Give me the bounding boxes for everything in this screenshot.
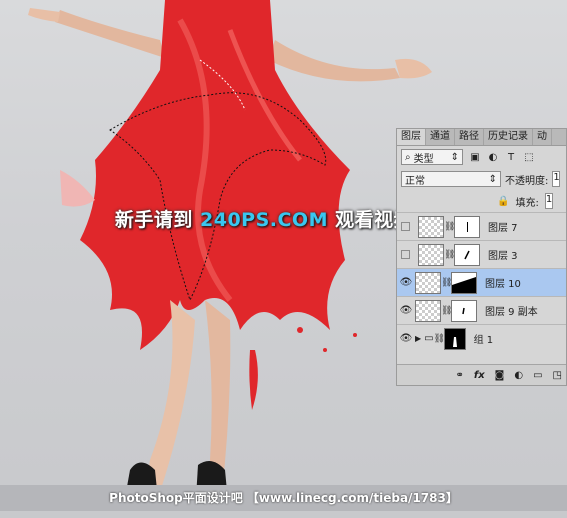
layer-filter-select[interactable]: ⌕ 类型 ⇕ <box>401 149 463 165</box>
fx-icon[interactable]: fx <box>474 370 485 381</box>
tab-actions[interactable]: 动 <box>533 129 552 145</box>
folder-icon[interactable]: ▭ <box>533 370 542 381</box>
layer-name[interactable]: 图层 9 副本 <box>485 303 538 318</box>
eye-icon[interactable]: 👁 <box>397 305 415 316</box>
expand-arrow-icon[interactable]: ▶ <box>415 334 421 343</box>
layer-mask-thumbnail[interactable] <box>454 243 480 266</box>
visibility-toggle[interactable] <box>401 222 410 231</box>
blend-mode-select[interactable]: 正常 ⇕ <box>401 171 501 187</box>
panel-footer: ⚭ fx ◙ ◐ ▭ ◳ <box>397 364 566 385</box>
opacity-label: 不透明度: <box>505 175 549 187</box>
layer-name[interactable]: 图层 10 <box>485 275 521 290</box>
layer-row[interactable]: ⛓ 图层 3 <box>397 240 566 268</box>
mask-shape <box>464 250 470 259</box>
layer-mask-thumbnail[interactable] <box>451 299 477 322</box>
eye-icon[interactable]: 👁 <box>397 277 415 288</box>
search-icon: ⌕ <box>405 151 411 163</box>
layer-row[interactable]: ⛓ 图层 7 <box>397 212 566 240</box>
chain-link-icon[interactable]: ⛓ <box>444 222 455 232</box>
eye-icon[interactable]: 👁 <box>397 333 415 344</box>
updown-icon: ⇕ <box>488 173 497 185</box>
image-filter-icon[interactable]: ▣ <box>469 151 481 163</box>
fill-input[interactable]: 1 <box>544 193 553 209</box>
layer-name[interactable]: 图层 7 <box>488 219 518 234</box>
photo-canvas[interactable]: 新手请到 240PS.COM 观看视频教程 图层 通道 路径 历史记录 动 ⌕ … <box>0 0 567 518</box>
layer-thumbnail <box>415 299 441 322</box>
chain-link-icon[interactable]: ⛓ <box>444 250 455 260</box>
updown-icon: ⇕ <box>450 151 459 163</box>
layer-row[interactable]: 👁 ▶ ▭ ⛓ 组 1 <box>397 324 566 352</box>
layers-panel: 图层 通道 路径 历史记录 动 ⌕ 类型 ⇕ ▣ ◐ T ⬚ 正常 ⇕ 不透明度… <box>396 128 567 386</box>
adjustment-icon[interactable]: ◐ <box>514 370 523 381</box>
filter-row: ⌕ 类型 ⇕ ▣ ◐ T ⬚ <box>397 146 566 168</box>
mask-shape <box>462 307 465 314</box>
layer-mask-thumbnail[interactable] <box>451 271 477 294</box>
panel-tabs: 图层 通道 路径 历史记录 动 <box>397 129 566 146</box>
link-icon[interactable]: ⚭ <box>455 370 463 381</box>
tab-paths[interactable]: 路径 <box>455 129 484 145</box>
tab-channels[interactable]: 通道 <box>426 129 455 145</box>
folder-icon: ▭ <box>424 333 434 344</box>
filter-label: 类型 <box>413 153 434 165</box>
chain-link-icon[interactable]: ⛓ <box>441 278 452 288</box>
chain-link-icon[interactable]: ⛓ <box>441 306 452 316</box>
chain-link-icon[interactable]: ⛓ <box>434 334 445 344</box>
new-layer-icon[interactable]: ◳ <box>553 370 562 381</box>
blend-mode-value: 正常 <box>405 175 425 187</box>
layer-name[interactable]: 图层 3 <box>488 247 518 262</box>
lock-row: 🔒 填充: 1 <box>397 190 566 212</box>
tab-history[interactable]: 历史记录 <box>484 129 533 145</box>
tab-layers[interactable]: 图层 <box>397 129 426 145</box>
layer-mask-thumbnail[interactable] <box>443 327 466 350</box>
blend-row: 正常 ⇕ 不透明度: 1 <box>397 168 566 190</box>
type-filter-icon[interactable]: T <box>505 151 517 163</box>
shape-filter-icon[interactable]: ⬚ <box>523 151 535 163</box>
fill-label: 填充: <box>515 197 539 209</box>
layer-row[interactable]: 👁 ⛓ 图层 10 <box>397 268 566 296</box>
opacity-input[interactable]: 1 <box>552 171 561 187</box>
layer-thumbnail <box>418 215 444 238</box>
layer-mask-thumbnail[interactable] <box>454 215 480 238</box>
watermark-brand: 240PS.COM <box>200 209 328 231</box>
lock-icon[interactable]: 🔒 <box>497 196 509 207</box>
layer-name[interactable]: 组 1 <box>474 331 494 346</box>
mask-shape <box>452 336 457 347</box>
footer-credit: PhotoShop平面设计吧 【www.linecg.com/tieba/178… <box>109 491 458 505</box>
mask-shape <box>467 221 468 232</box>
adjustment-filter-icon[interactable]: ◐ <box>487 151 499 163</box>
layer-row[interactable]: 👁 ⛓ 图层 9 副本 <box>397 296 566 324</box>
layer-thumbnail <box>415 271 441 294</box>
mask-icon[interactable]: ◙ <box>495 370 505 381</box>
visibility-toggle[interactable] <box>401 250 410 259</box>
mask-shape <box>452 272 476 285</box>
watermark-prefix: 新手请到 <box>114 209 200 231</box>
layer-thumbnail <box>418 243 444 266</box>
